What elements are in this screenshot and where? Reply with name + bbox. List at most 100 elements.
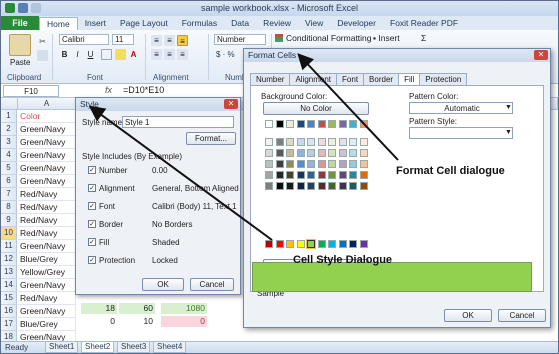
row-header[interactable]: 3 xyxy=(1,136,17,149)
color-swatch[interactable] xyxy=(328,138,336,146)
cell-a[interactable]: Red/Navy xyxy=(18,188,76,201)
color-swatch[interactable] xyxy=(286,138,294,146)
formula-input[interactable]: =D10*E10 xyxy=(123,85,164,95)
standard-color-swatch[interactable] xyxy=(317,240,326,248)
cell-c17[interactable]: 18 xyxy=(81,303,117,314)
color-swatch[interactable] xyxy=(275,171,284,179)
color-swatch[interactable] xyxy=(317,160,326,168)
cell-a[interactable]: Yellow/Grey xyxy=(18,266,76,279)
row-header[interactable]: 6 xyxy=(1,175,17,188)
fill-color-icon[interactable] xyxy=(115,49,126,60)
tab-view[interactable]: View xyxy=(298,17,330,30)
align-bottom-icon[interactable]: ≡ xyxy=(177,35,188,46)
style-cancel-button[interactable]: Cancel xyxy=(190,278,234,291)
color-swatch[interactable] xyxy=(296,160,305,168)
color-swatch[interactable] xyxy=(349,120,357,128)
align-text-center-icon[interactable]: ≡ xyxy=(164,49,175,60)
color-swatch[interactable] xyxy=(275,120,284,128)
color-swatch[interactable] xyxy=(317,149,326,157)
font-checkbox[interactable]: ✓ xyxy=(88,202,96,210)
row-header[interactable]: 17 xyxy=(1,318,17,331)
color-swatch[interactable] xyxy=(338,149,347,157)
color-swatch[interactable] xyxy=(286,149,294,157)
cell-f17[interactable]: 1080 xyxy=(161,303,207,314)
standard-color-swatch[interactable] xyxy=(286,240,294,248)
tab-home[interactable]: Home xyxy=(39,17,78,30)
tab-formulas[interactable]: Formulas xyxy=(175,17,224,30)
align-text-right-icon[interactable]: ≡ xyxy=(177,49,188,60)
color-swatch[interactable] xyxy=(317,171,326,179)
column-header-a[interactable]: A xyxy=(18,98,76,110)
color-swatch[interactable] xyxy=(286,171,294,179)
border-icon[interactable] xyxy=(101,49,112,60)
color-swatch[interactable] xyxy=(307,149,315,157)
color-swatch[interactable] xyxy=(296,138,305,146)
sheet-tab-1[interactable]: Sheet1 xyxy=(45,342,79,353)
name-box[interactable]: F10 xyxy=(3,85,59,97)
color-swatch[interactable] xyxy=(296,120,305,128)
border-checkbox[interactable]: ✓ xyxy=(88,220,96,228)
row-header[interactable]: 15 xyxy=(1,292,17,305)
color-swatch[interactable] xyxy=(359,120,368,128)
color-swatch[interactable] xyxy=(359,171,368,179)
color-swatch[interactable] xyxy=(265,160,273,168)
insert-cells-button[interactable]: ▪ Insert xyxy=(373,33,400,43)
paste-label[interactable]: Paste xyxy=(10,58,30,67)
color-swatch[interactable] xyxy=(349,160,357,168)
tab-number[interactable]: Number xyxy=(250,73,291,85)
tab-foxit[interactable]: Foxit Reader PDF xyxy=(383,17,465,30)
cell-a[interactable]: Color xyxy=(18,110,76,123)
cell-a[interactable]: Red/Navy xyxy=(18,201,76,214)
standard-color-swatch[interactable] xyxy=(265,240,273,248)
color-swatch[interactable] xyxy=(296,182,305,190)
color-swatch[interactable] xyxy=(338,138,347,146)
number-format-select[interactable]: Number xyxy=(214,34,266,45)
font-size-select[interactable]: 11 xyxy=(112,34,134,45)
cut-icon[interactable]: ✂ xyxy=(37,36,48,47)
font-color-icon[interactable]: A xyxy=(128,49,139,60)
row-header[interactable]: 5 xyxy=(1,162,17,175)
standard-color-swatch[interactable] xyxy=(306,239,316,249)
style-ok-button[interactable]: OK xyxy=(142,278,184,291)
cell-d18[interactable]: 10 xyxy=(119,316,155,327)
number-checkbox[interactable]: ✓ xyxy=(88,166,96,174)
conditional-formatting-button[interactable]: Conditional Formatting xyxy=(286,33,372,43)
tab-page-layout[interactable]: Page Layout xyxy=(113,17,175,30)
color-swatch[interactable] xyxy=(307,182,315,190)
color-swatch[interactable] xyxy=(307,138,315,146)
standard-color-swatch[interactable] xyxy=(338,240,347,248)
font-name-select[interactable]: Calibri xyxy=(59,34,109,45)
cell-a[interactable]: Green/Navy xyxy=(18,240,76,253)
sheet-tab-4[interactable]: Sheet4 xyxy=(153,342,187,353)
color-swatch[interactable] xyxy=(265,120,273,128)
fill-checkbox[interactable]: ✓ xyxy=(88,238,96,246)
select-all-corner[interactable] xyxy=(1,98,18,110)
cell-a[interactable]: Green/Navy xyxy=(18,162,76,175)
tab-data[interactable]: Data xyxy=(224,17,256,30)
protection-checkbox[interactable]: ✓ xyxy=(88,256,96,264)
row-header[interactable]: 1 xyxy=(1,110,17,123)
color-swatch[interactable] xyxy=(296,149,305,157)
row-header[interactable]: 10 xyxy=(1,227,17,240)
cell-a[interactable]: Green/Navy xyxy=(18,175,76,188)
tab-insert[interactable]: Insert xyxy=(78,17,113,30)
standard-color-swatch[interactable] xyxy=(359,240,368,248)
chevron-down-icon[interactable]: ▼ xyxy=(505,104,512,111)
align-text-left-icon[interactable]: ≡ xyxy=(151,49,162,60)
underline-icon[interactable]: U xyxy=(85,49,96,60)
color-swatch[interactable] xyxy=(275,138,284,146)
fx-icon[interactable]: fx xyxy=(105,85,112,95)
color-swatch[interactable] xyxy=(359,138,368,146)
sheet-tab-3[interactable]: Sheet3 xyxy=(117,342,151,353)
cell-d17[interactable]: 60 xyxy=(119,303,155,314)
color-swatch[interactable] xyxy=(338,171,347,179)
cell-a[interactable]: Green/Navy xyxy=(18,279,76,292)
cell-a[interactable]: Blue/Grey xyxy=(18,318,76,331)
cell-a[interactable]: Blue/Grey xyxy=(18,253,76,266)
alignment-checkbox[interactable]: ✓ xyxy=(88,184,96,192)
align-center-icon[interactable]: ≡ xyxy=(164,35,175,46)
color-swatch[interactable] xyxy=(275,160,284,168)
standard-color-swatch[interactable] xyxy=(328,240,336,248)
close-icon[interactable]: ✕ xyxy=(534,50,548,60)
sheet-tab-2[interactable]: Sheet2 xyxy=(81,342,115,353)
